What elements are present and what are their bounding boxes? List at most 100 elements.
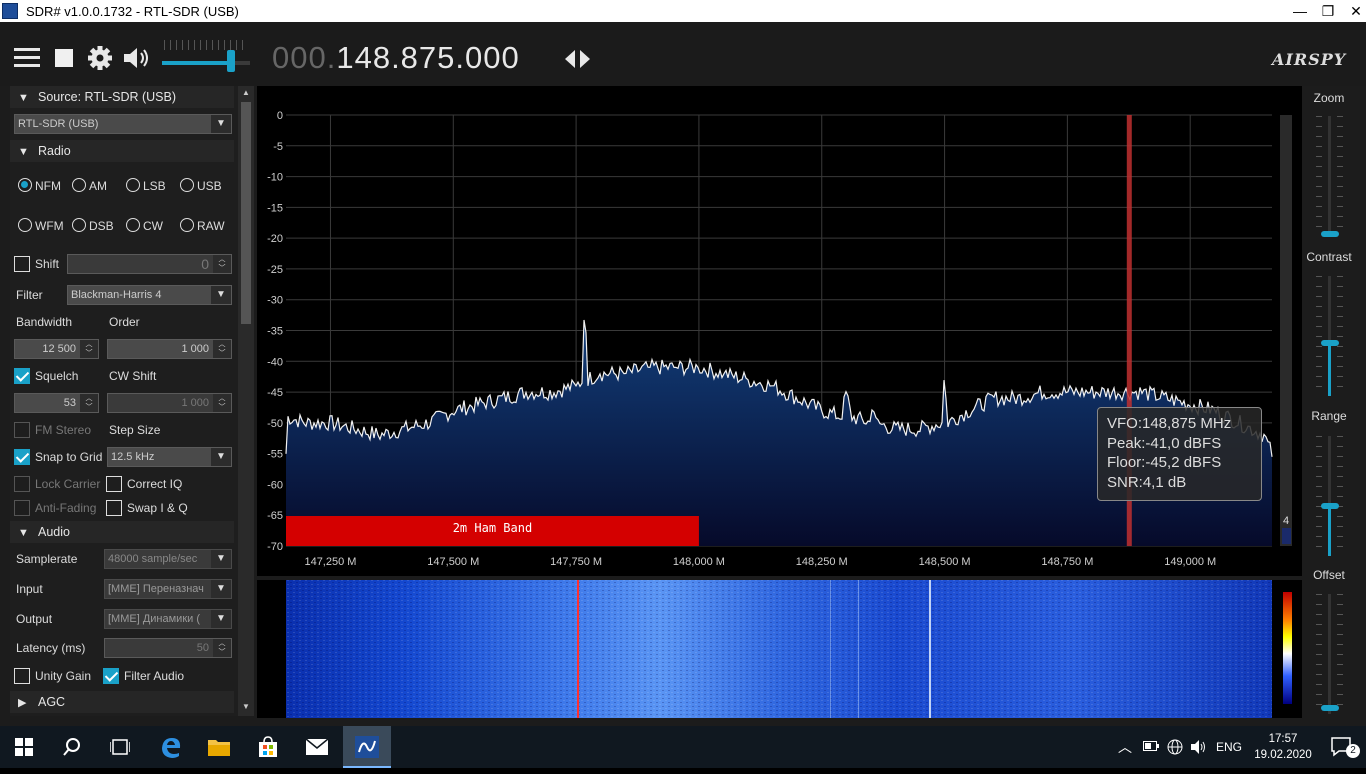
mode-label-cw: CW <box>143 219 163 233</box>
bandwidth-input[interactable]: 12 500 ︿ ﹀ <box>14 339 99 359</box>
zoom-slider-track[interactable] <box>1328 116 1331 236</box>
order-label: Order <box>109 315 140 329</box>
network-globe-icon[interactable] <box>1167 739 1183 755</box>
mode-radio-nfm[interactable] <box>18 178 32 192</box>
squelch-input[interactable]: 53 ︿ ﹀ <box>14 393 99 413</box>
windows-logo-icon <box>15 738 33 756</box>
mode-radio-wfm[interactable] <box>18 218 32 232</box>
y-tick-label: -70 <box>267 541 283 553</box>
offset-ticks-left <box>1316 594 1322 712</box>
search-icon <box>63 738 80 756</box>
correct-iq-checkbox[interactable] <box>106 476 122 492</box>
minimize-button[interactable]: — <box>1285 0 1315 22</box>
shift-checkbox[interactable] <box>14 256 30 272</box>
lock-carrier-checkbox[interactable] <box>14 476 30 492</box>
show-hidden-icons-chevron-icon[interactable]: ︿ <box>1118 737 1132 757</box>
filter-select[interactable]: Blackman-Harris 4 ▼ <box>67 285 232 305</box>
latency-spinner[interactable]: ︿ ﹀ <box>213 639 231 657</box>
left-panel-scrollbar[interactable]: ▲ ▼ <box>238 86 254 716</box>
file-explorer-button[interactable] <box>195 726 243 768</box>
swap-iq-checkbox[interactable] <box>106 500 122 516</box>
scroll-up-icon[interactable]: ▲ <box>240 88 252 97</box>
zoom-slider-thumb[interactable] <box>1321 231 1339 237</box>
shift-input[interactable]: 0 ︿ ﹀ <box>67 254 232 274</box>
order-spinner[interactable]: ︿ ﹀ <box>213 340 231 358</box>
y-tick-label: -5 <box>273 141 283 153</box>
source-device-select[interactable]: RTL-SDR (USB) ▼ <box>14 114 232 134</box>
gear-icon[interactable] <box>87 45 113 71</box>
scroll-down-icon[interactable]: ▼ <box>240 702 252 711</box>
mode-radio-dsb[interactable] <box>72 218 86 232</box>
contrast-ticks-left <box>1316 276 1322 394</box>
radio-header-label: Radio <box>38 144 71 158</box>
spectrum-chart[interactable]: 0 -5 -10 -15 -20 -25 -30 -35 -40 -45 -50 -55 -60 -65 -… <box>257 86 1302 576</box>
source-header-label: Source: RTL-SDR (USB) <box>38 90 176 104</box>
range-label: Range <box>1311 409 1347 423</box>
waterfall-panel[interactable] <box>257 580 1302 718</box>
source-section-header[interactable]: ▼ Source: RTL-SDR (USB) <box>10 86 234 108</box>
frequency-display[interactable]: 000.148.875.000 <box>272 40 520 76</box>
waterfall-display[interactable] <box>257 580 1302 718</box>
store-button[interactable] <box>244 726 292 768</box>
range-slider-thumb[interactable] <box>1321 503 1339 509</box>
start-button[interactable] <box>0 726 48 768</box>
sdrsharp-icon <box>355 736 379 758</box>
cw-shift-spinner[interactable]: ︿ ﹀ <box>213 394 231 412</box>
contrast-slider-thumb[interactable] <box>1321 340 1339 346</box>
filter-audio-checkbox[interactable] <box>103 668 119 684</box>
task-view-button[interactable] <box>96 726 144 768</box>
cw-shift-input[interactable]: 1 000 ︿ ﹀ <box>107 393 232 413</box>
close-button[interactable]: ✕ <box>1341 0 1366 22</box>
mode-radio-raw[interactable] <box>180 218 194 232</box>
hamburger-menu-icon[interactable] <box>14 46 42 70</box>
squelch-checkbox[interactable] <box>14 368 30 384</box>
scrollbar-thumb[interactable] <box>241 102 251 324</box>
tuning-arrows-icon[interactable] <box>564 49 592 69</box>
mode-radio-cw[interactable] <box>126 218 140 232</box>
mode-radio-lsb[interactable] <box>126 178 140 192</box>
bandwidth-value: 12 500 <box>42 343 76 355</box>
samplerate-select[interactable]: 48000 sample/sec ▼ <box>104 549 232 569</box>
mode-radio-am[interactable] <box>72 178 86 192</box>
spectrum-panel[interactable]: 0 -5 -10 -15 -20 -25 -30 -35 -40 -45 -50 -55 -60 -65 -… <box>257 86 1302 576</box>
clock-date: 19.02.2020 <box>1254 749 1312 761</box>
zoom-ticks-right <box>1337 116 1343 234</box>
latency-input[interactable]: 50 ︿ ﹀ <box>104 638 232 658</box>
speaker-icon[interactable] <box>122 46 150 70</box>
volume-tray-icon[interactable] <box>1190 739 1208 755</box>
language-indicator[interactable]: ENG <box>1216 740 1242 754</box>
unity-gain-label: Unity Gain <box>35 669 92 683</box>
volume-slider-thumb[interactable] <box>227 50 235 72</box>
frequency-digits: 148.875.000 <box>336 40 520 75</box>
radio-section-header[interactable]: ▼ Radio <box>10 140 234 162</box>
battery-icon[interactable] <box>1143 740 1159 752</box>
unity-gain-checkbox[interactable] <box>14 668 30 684</box>
output-device-select[interactable]: [MME] Динамики (▼ <box>104 609 232 629</box>
snap-to-grid-checkbox[interactable] <box>14 449 30 465</box>
audio-section-header[interactable]: ▼ Audio <box>10 521 234 543</box>
maximize-button[interactable]: ❐ <box>1313 0 1343 22</box>
input-device-select[interactable]: [MME] Переназнач ▼ <box>104 579 232 599</box>
bandwidth-label: Bandwidth <box>16 315 73 329</box>
contrast-ticks-right <box>1337 276 1343 394</box>
taskbar-clock[interactable]: 17:57 19.02.2020 <box>1252 731 1314 763</box>
edge-browser-button[interactable] <box>147 726 195 768</box>
bandwidth-spinner[interactable]: ︿ ﹀ <box>80 340 98 358</box>
x-tick-label: 148,000 M <box>673 556 725 568</box>
offset-slider-thumb[interactable] <box>1321 705 1339 711</box>
anti-fading-checkbox[interactable] <box>14 500 30 516</box>
squelch-spinner[interactable]: ︿ ﹀ <box>80 394 98 412</box>
order-input[interactable]: 1 000 ︿ ﹀ <box>107 339 232 359</box>
sdrsharp-taskbar-button[interactable] <box>343 726 391 768</box>
y-tick-label: -55 <box>267 449 283 461</box>
action-center-button[interactable]: 2 <box>1318 726 1366 768</box>
mode-radio-usb[interactable] <box>180 178 194 192</box>
shift-spinner[interactable]: ︿ ﹀ <box>213 255 231 273</box>
search-button[interactable] <box>48 726 96 768</box>
stop-icon[interactable] <box>54 48 74 68</box>
agc-section-header[interactable]: ▶ AGC <box>10 691 234 713</box>
step-size-select[interactable]: 12.5 kHz ▼ <box>107 447 232 467</box>
offset-slider-track[interactable] <box>1328 594 1331 714</box>
fm-stereo-checkbox[interactable] <box>14 422 30 438</box>
mail-button[interactable] <box>293 726 341 768</box>
